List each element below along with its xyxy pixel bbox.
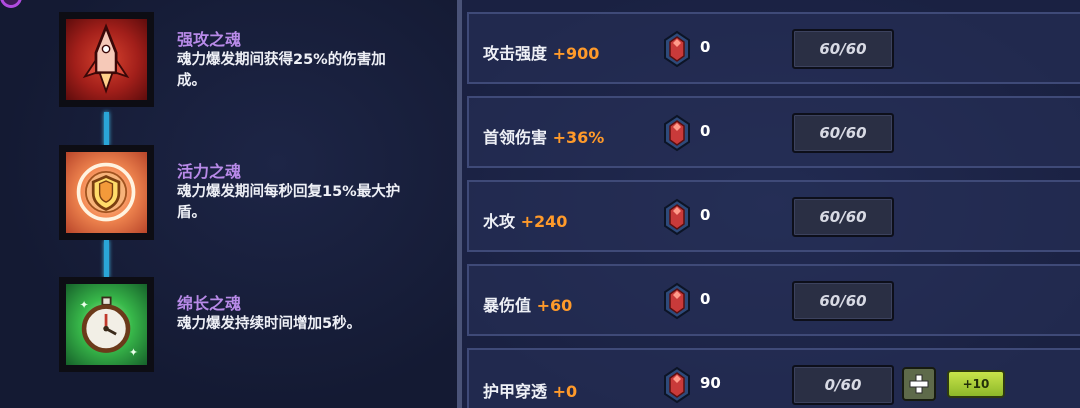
gem-icon [664,114,690,152]
level-display: 60/60 [792,281,894,321]
rocket-icon [82,23,130,94]
connector-line [104,240,109,278]
level-display: 60/60 [792,197,894,237]
svg-text:✦: ✦ [129,346,138,359]
plus-button[interactable] [902,367,936,401]
gem-icon [664,282,690,320]
stat-bonus: +60 [536,296,573,315]
stat-row-attack-power: 攻击强度 +900 0 60/60 [467,12,1080,84]
skill-desc-line2: 成。 [177,73,206,89]
stat-row-water-attack: 水攻 +240 0 60/60 [467,180,1080,252]
gem-count: 0 [700,290,711,308]
stat-name: 护甲穿透 [483,382,548,401]
stat-bonus: +240 [520,212,568,231]
plus-10-button[interactable]: +10 [947,370,1005,398]
level-display: 60/60 [792,29,894,69]
gem-count: 0 [700,206,711,224]
stat-name: 首领伤害 [483,128,548,147]
level-display: 0/60 [792,365,894,405]
skill-node-vitality[interactable] [59,145,154,240]
shield-icon [76,162,136,222]
skill-desc-line1: 魂力爆发持续时间增加5秒。 [177,316,362,332]
stat-row-boss-damage: 首领伤害 +36% 0 60/60 [467,96,1080,168]
svg-text:✦: ✦ [79,298,88,311]
stopwatch-icon: ✦ ✦ [79,296,138,359]
gem-count: 0 [700,38,711,56]
gem-count: 0 [700,122,711,140]
stat-name: 水攻 [483,212,516,231]
stat-row-crit-damage: 暴伤值 +60 0 60/60 [467,264,1080,336]
skill-text-3: 绵长之魂 魂力爆发持续时间增加5秒。 [177,294,447,335]
panel-divider [457,0,462,408]
skill-name: 强攻之魂 [177,30,242,49]
skill-desc-line2: 盾。 [177,205,206,221]
skill-name: 绵长之魂 [177,294,242,313]
plus-icon [909,374,929,394]
skill-text-2: 活力之魂 魂力爆发期间每秒回复15%最大护 盾。 [177,162,447,224]
skill-desc-line1: 魂力爆发期间获得25%的伤害加 [177,52,386,68]
gem-icon [664,198,690,236]
skill-node-longevity[interactable]: ✦ ✦ [59,277,154,372]
stat-row-armor-penetration: 护甲穿透 +0 90 0/60 +10 [467,348,1080,408]
gem-icon [664,30,690,68]
stat-bonus: +36% [552,128,605,147]
skill-desc-line1: 魂力爆发期间每秒回复15%最大护 [177,184,401,200]
stat-name: 暴伤值 [483,296,532,315]
skill-node-strong-attack[interactable] [59,12,154,107]
skill-name: 活力之魂 [177,162,242,181]
skill-text-1: 强攻之魂 魂力爆发期间获得25%的伤害加 成。 [177,30,447,92]
connector-line [104,112,109,146]
gem-count: 90 [700,374,721,392]
stat-bonus: +0 [552,382,578,401]
stat-bonus: +900 [552,44,600,63]
stat-name: 攻击强度 [483,44,548,63]
level-display: 60/60 [792,113,894,153]
gem-icon [664,366,690,404]
